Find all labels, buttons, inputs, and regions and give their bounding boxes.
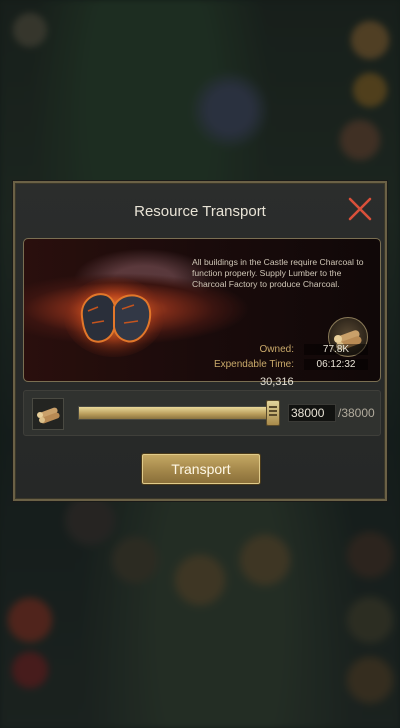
owned-label: Owned: bbox=[259, 344, 294, 355]
close-icon bbox=[348, 197, 372, 221]
owned-row: Owned: 77.8K bbox=[260, 344, 368, 355]
expendable-time-row: Expendable Time: 06:12:32 bbox=[214, 359, 368, 370]
quantity-slider-row: 30,316 /38000 bbox=[23, 376, 381, 436]
resource-info-panel: All buildings in the Castle require Char… bbox=[23, 238, 381, 382]
slider-fill bbox=[79, 407, 279, 419]
resource-transport-dialog: Resource Transport All buildings in the … bbox=[13, 181, 387, 501]
dialog-title: Resource Transport bbox=[134, 203, 266, 220]
slider-current-value: 30,316 bbox=[260, 376, 294, 388]
charcoal-icon bbox=[64, 277, 164, 357]
expendable-time-label: Expendable Time: bbox=[213, 359, 294, 370]
quantity-max: /38000 bbox=[338, 406, 375, 420]
slider-handle[interactable] bbox=[266, 400, 280, 426]
resource-description: All buildings in the Castle require Char… bbox=[192, 257, 364, 289]
close-button[interactable] bbox=[347, 196, 373, 222]
expendable-time-value: 06:12:32 bbox=[304, 359, 368, 370]
transport-button[interactable]: Transport bbox=[142, 454, 260, 484]
lumber-icon bbox=[32, 398, 64, 430]
owned-value: 77.8K bbox=[304, 344, 368, 355]
quantity-slider[interactable] bbox=[78, 406, 280, 420]
quantity-input[interactable] bbox=[288, 404, 336, 422]
